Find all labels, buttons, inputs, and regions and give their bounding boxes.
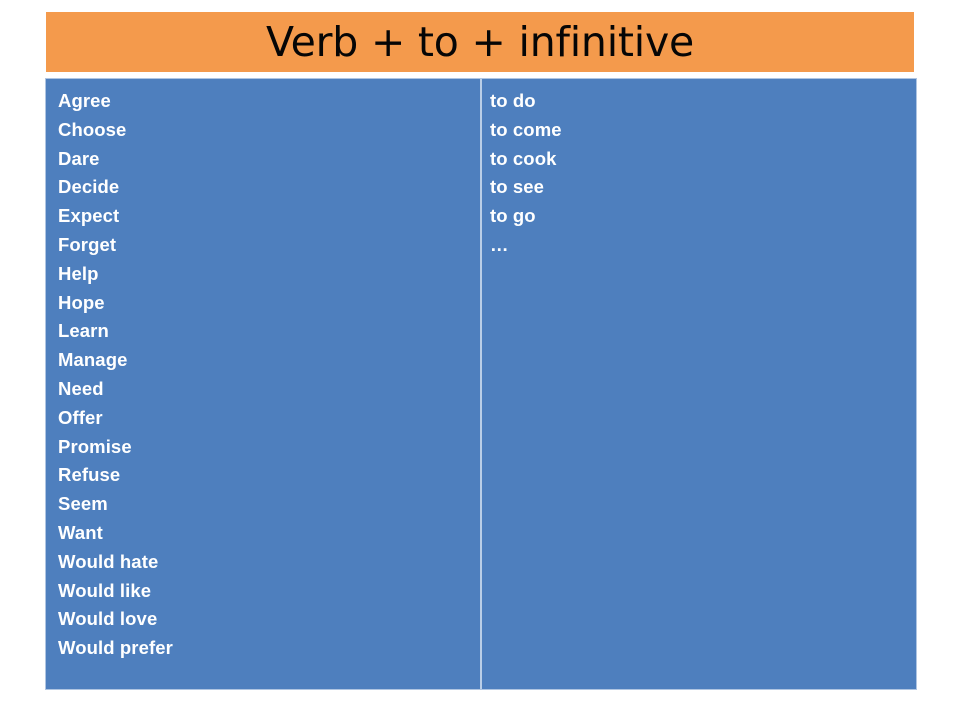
list-item: to do	[490, 90, 536, 111]
list-item: Need	[58, 377, 104, 399]
title-banner: Verb + to + infinitive	[46, 12, 914, 72]
slide-canvas: Verb + to + infinitive Agree Choose Dare De…	[0, 0, 960, 720]
verb-infinitive-table: Agree Choose Dare Decide Expect Forget Help Hop…	[45, 78, 917, 690]
list-item: Help	[58, 262, 99, 284]
list-item: Seem	[58, 493, 108, 515]
list-item: Expect	[58, 205, 120, 227]
list-item: Hope	[58, 291, 105, 313]
list-item: Offer	[58, 406, 103, 428]
page-title: Verb + to + infinitive	[265, 17, 695, 66]
table-column-infinitives: to do to come to cook to see to go …	[482, 79, 916, 689]
list-item: to see	[490, 176, 545, 198]
verb-list: Agree Choose Dare Decide Expect Forget Help Hop…	[58, 87, 480, 663]
list-item: Learn	[58, 320, 109, 342]
list-item: to go	[490, 205, 536, 227]
list-item: Would prefer	[58, 637, 173, 659]
infinitive-list: to do to come to cook to see to go …	[490, 87, 916, 260]
list-item: Would love	[58, 608, 158, 630]
list-item: Dare	[58, 147, 100, 169]
list-item: Promise	[58, 435, 132, 457]
list-item: Would like	[58, 579, 152, 601]
list-item: Forget	[58, 233, 117, 255]
list-item: Refuse	[58, 464, 121, 486]
list-item: Would hate	[58, 550, 159, 572]
list-item: Want	[58, 521, 103, 543]
list-item: Agree	[58, 90, 111, 111]
list-item: Decide	[58, 176, 120, 198]
list-item: to cook	[490, 147, 557, 169]
list-item: …	[490, 233, 509, 255]
list-item: to come	[490, 118, 562, 140]
list-item: Choose	[58, 118, 127, 140]
table-column-verbs: Agree Choose Dare Decide Expect Forget Help Hop…	[46, 79, 482, 689]
list-item: Manage	[58, 349, 128, 371]
